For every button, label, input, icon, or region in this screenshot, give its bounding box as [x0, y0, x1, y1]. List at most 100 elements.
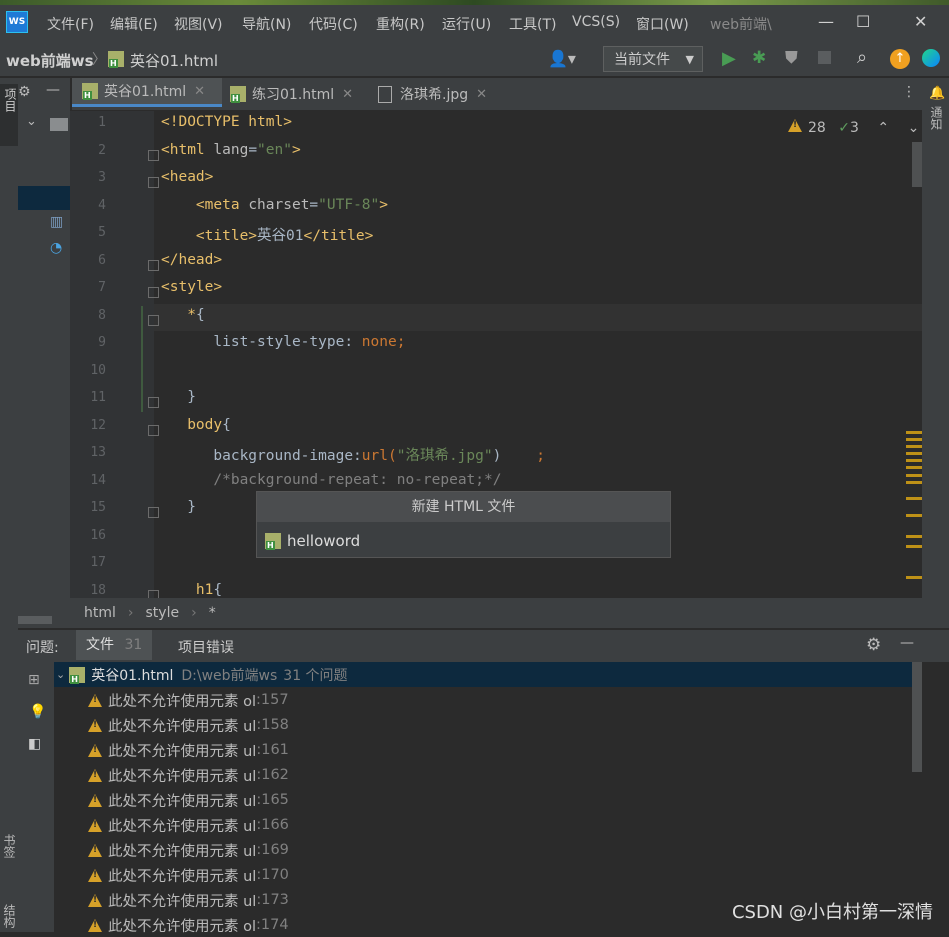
close-tab-icon[interactable]: ✕	[342, 87, 353, 102]
breadcrumb-style[interactable]: style	[146, 605, 180, 621]
warning-stripe-marker[interactable]	[906, 514, 922, 517]
breadcrumb-html[interactable]: html	[84, 605, 116, 621]
warning-stripe-marker[interactable]	[906, 497, 922, 500]
menu-item-1[interactable]: 编辑(E)	[110, 14, 158, 34]
warning-stripe-marker[interactable]	[906, 438, 922, 441]
code-line[interactable]: *{	[161, 307, 204, 323]
close-window-button[interactable]: ✕	[914, 12, 927, 31]
fold-marker-icon[interactable]	[148, 259, 159, 271]
code-line[interactable]: <head>	[161, 169, 213, 185]
structure-tool-label[interactable]: 结构	[1, 904, 18, 928]
code-line[interactable]: <style>	[161, 279, 222, 295]
warning-stripe-marker[interactable]	[906, 431, 922, 434]
menu-item-4[interactable]: 代码(C)	[309, 14, 358, 34]
menu-item-7[interactable]: 工具(T)	[509, 14, 556, 34]
chevron-down-icon[interactable]: ⌄	[56, 668, 65, 681]
fold-marker-icon[interactable]	[148, 314, 159, 326]
warning-stripe-marker[interactable]	[906, 466, 922, 469]
coverage-icon[interactable]: ⛊	[785, 48, 798, 68]
problem-file-row[interactable]: ⌄ 英谷01.html D:\web前端ws 31 个问题	[54, 662, 912, 687]
code-line[interactable]: </head>	[161, 252, 222, 268]
editor-scrollbar-thumb[interactable]	[912, 142, 922, 187]
breadcrumb-file[interactable]: 英谷01.html	[130, 50, 218, 71]
menu-item-6[interactable]: 运行(U)	[442, 14, 491, 34]
tab-luoqixi-jpg[interactable]: 洛琪希.jpg ✕	[378, 78, 487, 110]
warning-stripe-marker[interactable]	[906, 474, 922, 477]
lightbulb-icon[interactable]: 💡	[29, 704, 46, 720]
fold-marker-icon[interactable]	[148, 177, 159, 188]
horizontal-scrollbar[interactable]	[18, 616, 52, 624]
minimize-button[interactable]: —	[818, 12, 834, 31]
group-by-icon[interactable]: ⊞	[28, 672, 40, 688]
stop-icon[interactable]	[818, 51, 831, 64]
external-libraries-icon[interactable]: ▥	[50, 214, 63, 230]
menu-item-0[interactable]: 文件(F)	[47, 14, 94, 34]
chevron-down-icon[interactable]: ⌄	[908, 120, 920, 136]
close-tab-icon[interactable]: ✕	[194, 84, 205, 99]
breadcrumb-project[interactable]: web前端ws	[6, 50, 94, 71]
notifications-bell-icon[interactable]: 🔔	[929, 86, 945, 101]
menu-item-3[interactable]: 导航(N)	[242, 14, 291, 34]
warning-stripe-marker[interactable]	[906, 452, 922, 455]
code-line[interactable]: <html lang="en">	[161, 142, 301, 158]
app-logo[interactable]: WS	[6, 11, 28, 33]
user-icon[interactable]: 👤▾	[548, 49, 576, 68]
code-line[interactable]: background-image:url("洛琪希.jpg") ;	[161, 444, 545, 465]
problem-row[interactable]: 此处不允许使用元素 ol:157	[88, 688, 289, 712]
menu-item-5[interactable]: 重构(R)	[376, 14, 425, 34]
project-tool-button[interactable]: 项目	[0, 84, 18, 146]
settings-gear-icon[interactable]: ⚙	[866, 635, 881, 655]
scratches-icon[interactable]: ◔	[50, 240, 62, 256]
folder-icon[interactable]	[50, 118, 68, 131]
problem-row[interactable]: 此处不允许使用元素 ul:161	[88, 738, 289, 762]
warning-stripe-marker[interactable]	[906, 576, 922, 579]
problem-row[interactable]: 此处不允许使用元素 ul:166	[88, 813, 289, 837]
problem-row[interactable]: 此处不允许使用元素 ul:169	[88, 838, 289, 862]
problem-row[interactable]: 此处不允许使用元素 ul:158	[88, 713, 289, 737]
minimize-panel-icon[interactable]: —	[46, 82, 60, 98]
chevron-down-icon[interactable]: ⌄	[26, 114, 37, 129]
warning-stripe-marker[interactable]	[906, 535, 922, 538]
code-line[interactable]: }	[161, 499, 196, 515]
code-line[interactable]: <!DOCTYPE html>	[161, 114, 292, 130]
settings-gear-icon[interactable]: ⚙	[18, 84, 31, 100]
problem-row[interactable]: 此处不允许使用元素 ul:162	[88, 763, 289, 787]
run-config-select[interactable]: 当前文件 ▼	[603, 46, 703, 72]
menu-item-8[interactable]: VCS(S)	[572, 14, 620, 30]
tab-yinggu01[interactable]: 英谷01.html ✕	[72, 78, 222, 107]
search-icon[interactable]: ⌕	[857, 47, 867, 68]
fold-marker-icon[interactable]	[148, 149, 159, 161]
popup-option-helloword[interactable]: helloword	[257, 526, 678, 556]
problem-row[interactable]: 此处不允许使用元素 ol:174	[88, 913, 289, 937]
more-tabs-icon[interactable]: ⋮	[902, 84, 916, 100]
menu-item-10[interactable]: web前端\	[710, 14, 772, 34]
code-line[interactable]: body{	[161, 417, 231, 433]
code-line[interactable]: <title>英谷01</title>	[161, 224, 373, 245]
close-tab-icon[interactable]: ✕	[476, 87, 487, 102]
warning-stripe-marker[interactable]	[906, 459, 922, 462]
warning-stripe-marker[interactable]	[906, 545, 922, 548]
code-line[interactable]: list-style-type: none;	[161, 334, 405, 350]
chevron-up-icon[interactable]: ⌃	[877, 120, 889, 136]
preview-icon[interactable]: ◧	[28, 736, 41, 752]
tab-project-errors[interactable]: 项目错误	[178, 637, 234, 657]
fold-marker-icon[interactable]	[148, 287, 159, 298]
warning-stripe-marker[interactable]	[906, 445, 922, 448]
tab-lianxi01[interactable]: 练习01.html ✕	[230, 78, 353, 110]
selected-tree-row[interactable]	[18, 186, 70, 210]
update-icon[interactable]: ↑	[890, 49, 910, 69]
maximize-button[interactable]: ☐	[856, 12, 870, 31]
problem-row[interactable]: 此处不允许使用元素 ul:170	[88, 863, 289, 887]
inspection-widget[interactable]: 28 ✓3 ⌃ ⌄	[788, 119, 919, 136]
bookmarks-tool-label[interactable]: 书签	[1, 834, 18, 858]
minimize-panel-icon[interactable]: —	[900, 635, 914, 651]
menu-item-2[interactable]: 视图(V)	[174, 14, 223, 34]
menu-item-9[interactable]: 窗口(W)	[636, 14, 689, 34]
plugin-icon[interactable]	[922, 49, 940, 67]
tab-current-file[interactable]: 文件 31	[76, 630, 153, 660]
run-icon[interactable]: ▶	[722, 48, 736, 69]
fold-marker-icon[interactable]	[148, 424, 159, 436]
breadcrumb-selector[interactable]: *	[209, 605, 216, 621]
code-line[interactable]: <meta charset="UTF-8">	[161, 197, 388, 213]
fold-marker-icon[interactable]	[148, 397, 159, 408]
